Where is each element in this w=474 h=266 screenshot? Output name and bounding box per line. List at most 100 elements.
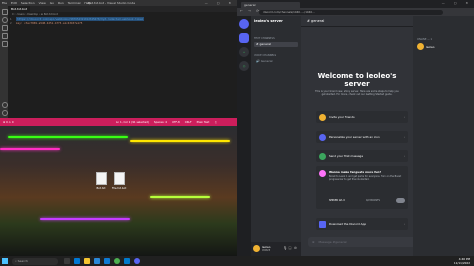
indentation[interactable]: Spaces: 4 [154, 120, 167, 124]
breadcrumb[interactable]: C: › Users › Desktop › ☰ Bot.txt.bot [12, 13, 58, 16]
gear-icon[interactable] [2, 110, 8, 116]
menu-go[interactable]: Go [50, 1, 54, 5]
chevron-right-icon: › [403, 135, 405, 139]
chrome-window-controls[interactable]: — ▢ ✕ [442, 1, 472, 5]
mail-icon[interactable] [104, 258, 110, 264]
member-list: ONLINE — 1 leoleo [413, 16, 474, 256]
explore-icon[interactable]: ◎ [239, 61, 249, 71]
welcome-subtitle: This is your brand new, shiny server. He… [315, 90, 399, 96]
boost-level: SERVER LVL 0 [329, 199, 345, 202]
menu-selection[interactable]: Selection [21, 1, 35, 5]
status-bar: ⊗ 0 ⚠ 0 Ln 1, Col 1 (91 selected) Spaces:… [0, 118, 237, 126]
date: 11/11/2022 [453, 261, 470, 265]
channel-general[interactable]: # general [254, 42, 298, 47]
message-icon [319, 152, 326, 160]
upload-icon [319, 133, 326, 141]
category-text-channels[interactable]: TEXT CHANNELS [254, 37, 275, 40]
boost-title: Wanna make fanguats more fun? [329, 170, 382, 174]
code-line[interactable]: key: c3ec7869-a9d8-4251-b7f3-a1c43b57e17… [16, 21, 82, 25]
message-input[interactable]: ⊕ Message #general [308, 237, 416, 247]
file-label: Bot.txt [96, 186, 106, 190]
wallpaper-neon-yellow [130, 140, 230, 142]
store-icon[interactable] [94, 258, 100, 264]
card-label: Personalize your server with an icon [329, 135, 380, 139]
online-header: ONLINE — 1 [417, 38, 433, 41]
voice-channel-general[interactable]: 🔊 General [254, 59, 298, 64]
line-ending[interactable]: CRLF [185, 120, 192, 124]
menu-view[interactable]: View [39, 1, 46, 5]
add-attachment-icon[interactable]: ⊕ [308, 240, 315, 244]
problems-indicator[interactable]: ⊗ 0 ⚠ 0 [3, 118, 14, 126]
chevron-right-icon: › [403, 154, 405, 158]
chevron-right-icon: › [403, 115, 405, 119]
card-label: Send your first message [329, 154, 364, 158]
edge-icon[interactable] [74, 258, 80, 264]
chrome-toolbar: ← → ⟳ discord.com/channels/1040...../104… [237, 8, 474, 16]
encoding[interactable]: UTF-8 [172, 120, 180, 124]
chrome-tabstrip: general — ▢ ✕ [237, 0, 474, 8]
wallpaper-neon-green [8, 136, 128, 138]
editor-tab[interactable]: Bot.txt.bot [8, 6, 31, 12]
file-explorer-icon[interactable] [84, 258, 90, 264]
member-avatar[interactable] [417, 43, 424, 50]
add-server-icon[interactable]: + [239, 47, 249, 57]
headphones-icon[interactable]: 🎧 [288, 246, 292, 250]
channel-title: # general [307, 19, 325, 23]
mic-icon[interactable]: 🎙 [283, 246, 287, 250]
line-number: 1 [10, 18, 12, 21]
gear-icon[interactable]: ⚙ [294, 246, 297, 250]
nav-buttons[interactable]: ← → ⟳ [240, 9, 261, 13]
download-app-card[interactable]: Download the Discord App › [316, 218, 408, 230]
member-name[interactable]: leoleo [426, 45, 434, 49]
run-debug-icon[interactable] [2, 33, 8, 39]
wallpaper-neon-lime [150, 196, 210, 198]
windows-start-icon[interactable] [2, 258, 8, 264]
vscode-icon[interactable] [124, 258, 130, 264]
source-control-icon[interactable] [2, 25, 8, 31]
cursor-position[interactable]: Ln 1, Col 1 (91 selected) [116, 120, 149, 124]
language-mode[interactable]: Plain Text [197, 120, 210, 124]
desktop-file[interactable]: Bot.txt [94, 172, 108, 190]
boost-card: Wanna make fanguats more fun? Boost to L… [316, 166, 408, 209]
vscode-window: File Edit Selection View Go Run Terminal Help B… [0, 0, 237, 126]
server-list: + ◎ [237, 16, 251, 256]
account-icon[interactable] [2, 102, 8, 108]
notifications-icon[interactable]: ♫ [214, 120, 216, 124]
task-view-icon[interactable] [64, 258, 70, 264]
invite-icon [319, 113, 326, 121]
user-panel: leoleo #0828 🎙 🎧 ⚙ [251, 242, 301, 256]
discord-home-icon[interactable] [239, 19, 249, 29]
personalize-card[interactable]: Personalize your server with an icon › [316, 131, 408, 143]
extensions-icon[interactable] [2, 41, 8, 47]
server-name[interactable]: leoleo's server [254, 19, 283, 23]
document-icon [95, 172, 107, 185]
taskbar-search[interactable]: ⌕ Search [12, 257, 58, 265]
chevron-right-icon: › [403, 222, 405, 226]
menu-run[interactable]: Run [58, 1, 64, 5]
boost-icon [319, 170, 326, 177]
download-icon [319, 220, 326, 228]
category-voice-channels[interactable]: VOICE CHANNELS [254, 54, 276, 57]
invite-friends-card[interactable]: Invite your friends › [316, 111, 408, 123]
card-label: Download the Discord App [329, 222, 367, 226]
clock[interactable]: 4:46 PM 11/11/2022 [454, 257, 470, 265]
first-message-card[interactable]: Send your first message › [316, 150, 408, 162]
discord-icon[interactable] [134, 258, 140, 264]
document-icon [113, 172, 125, 185]
editor-tabs: Bot.txt.bot [8, 6, 237, 12]
menu-terminal[interactable]: Terminal [68, 1, 81, 5]
address-bar[interactable]: discord.com/channels/1040...../1040... [259, 9, 443, 15]
server-icon[interactable] [239, 33, 249, 43]
line-number: 2 [10, 22, 12, 25]
search-icon[interactable] [2, 17, 8, 23]
menu-file[interactable]: File [2, 1, 7, 5]
taskbar: ⌕ Search 4:46 PM 11/11/2022 [0, 256, 474, 266]
search-icon: ⌕ [15, 258, 17, 263]
boost-toggle[interactable] [396, 198, 405, 203]
chrome-icon[interactable] [114, 258, 120, 264]
status-right: Ln 1, Col 1 (91 selected) Spaces: 4 UTF-8 C… [116, 118, 222, 126]
menu-edit[interactable]: Edit [11, 1, 17, 5]
avatar[interactable] [253, 245, 260, 252]
boost-text: Boost to Level 1 and get perks for every… [329, 175, 402, 181]
desktop-file[interactable]: File.txt.bot [112, 172, 126, 190]
